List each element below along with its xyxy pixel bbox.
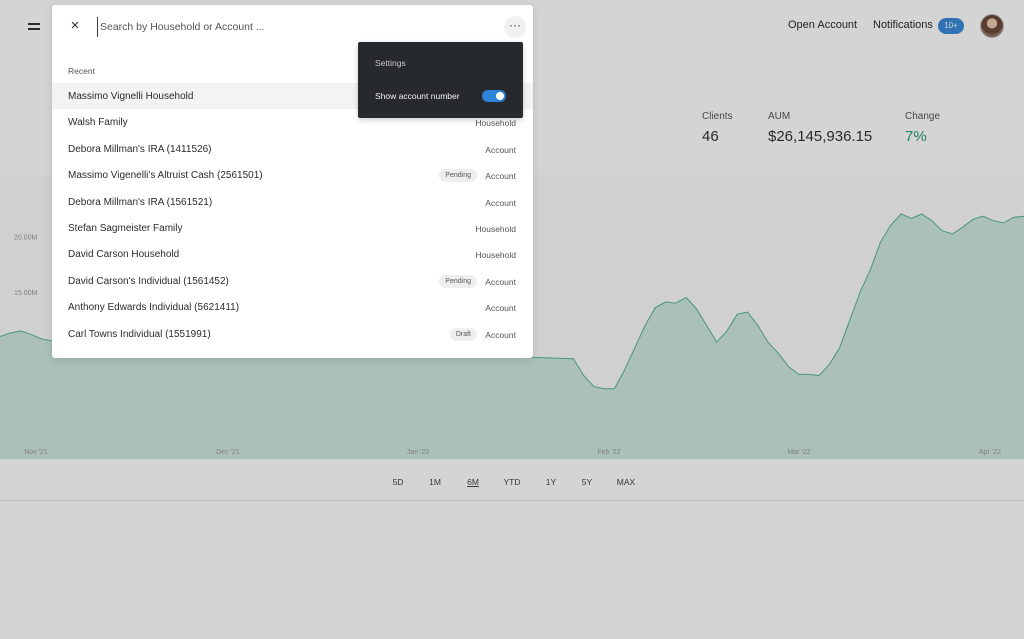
result-name: David Carson's Individual (1561452) <box>68 275 229 287</box>
show-account-number-toggle[interactable] <box>482 90 506 102</box>
result-name: Massimo Vignelli Household <box>68 91 194 102</box>
status-badge: Pending <box>439 169 477 183</box>
result-type: Account <box>485 197 516 208</box>
result-name: David Carson Household <box>68 249 180 261</box>
result-type: Account <box>485 171 516 182</box>
result-row[interactable]: Anthony Edwards Individual (5621411) Acco… <box>52 294 533 320</box>
result-row[interactable]: Carl Towns Individual (1551991) Account Dr… <box>52 321 533 347</box>
show-account-number-label: Show account number <box>375 91 460 101</box>
result-row[interactable]: Massimo Vigenelli's Altruist Cash (25615… <box>52 162 533 188</box>
result-name: Stefan Sagmeister Family <box>68 222 183 234</box>
toggle-knob <box>496 92 504 100</box>
result-type: Household <box>475 223 516 234</box>
status-badge: Pending <box>439 274 477 288</box>
recent-heading: Recent <box>68 66 95 76</box>
result-name: Carl Towns Individual (1551991) <box>68 328 211 340</box>
result-type: Account <box>485 303 516 314</box>
result-name: Anthony Edwards Individual (5621411) <box>68 302 240 314</box>
result-name: Debora Millman's IRA (1411526) <box>68 143 212 155</box>
more-options-icon[interactable]: ··· <box>504 16 526 38</box>
status-badge: Draft <box>449 327 477 341</box>
settings-title: Settings <box>375 58 406 68</box>
result-row[interactable]: David Carson's Individual (1561452) Accou… <box>52 268 533 294</box>
result-type: Account <box>485 276 516 287</box>
result-row[interactable]: Stefan Sagmeister Family Household <box>52 215 533 241</box>
search-input[interactable] <box>97 17 482 37</box>
result-type: Account <box>485 144 516 155</box>
result-name: Debora Millman's IRA (1561521) <box>68 196 213 208</box>
result-type: Household <box>475 118 516 129</box>
result-row[interactable]: David Carson Household Household <box>52 241 533 267</box>
result-list: Massimo Vignelli Household Walsh Family Ho… <box>52 83 533 347</box>
settings-popover: Settings Show account number <box>358 42 523 118</box>
result-row[interactable]: Debora Millman's IRA (1411526) Account <box>52 136 533 162</box>
result-name: Massimo Vigenelli's Altruist Cash (25615… <box>68 170 263 182</box>
result-type: Account <box>485 329 516 340</box>
result-name: Walsh Family <box>68 117 128 129</box>
result-row[interactable]: Debora Millman's IRA (1561521) Account <box>52 189 533 215</box>
result-type: Household <box>475 250 516 261</box>
close-icon[interactable]: × <box>68 18 82 33</box>
